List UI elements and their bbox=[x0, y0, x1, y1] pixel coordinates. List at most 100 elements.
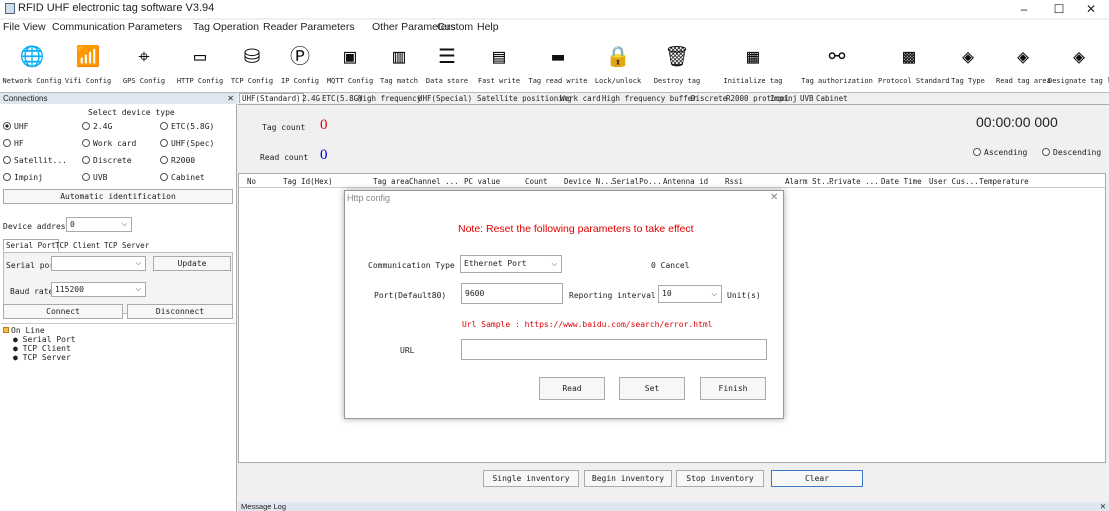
tab-uhf-standard[interactable]: UHF(Standard) bbox=[239, 93, 304, 103]
tree-item-tcp-client[interactable]: ● TCP Client bbox=[13, 344, 71, 353]
toolbar-button-gps[interactable]: ⌖ GPS Config bbox=[119, 36, 169, 93]
radio-uvb[interactable]: UVB bbox=[82, 173, 107, 182]
radio-descending[interactable]: Descending bbox=[1042, 148, 1101, 157]
tree-item-tcp-server[interactable]: ● TCP Server bbox=[13, 353, 71, 362]
toolbar-button-ip[interactable]: Ⓟ IP Config bbox=[274, 36, 326, 93]
toolbar-button-trash[interactable]: 🗑 Destroy tag bbox=[647, 36, 707, 93]
toolbar-button-wifi[interactable]: 📶 Vifi Config bbox=[60, 36, 116, 93]
column-header[interactable]: Rssi bbox=[725, 177, 743, 186]
radio-hf[interactable]: HF bbox=[3, 139, 24, 148]
menu-reader-parameters[interactable]: Reader Parameters bbox=[263, 21, 355, 33]
update-button[interactable]: Update bbox=[153, 256, 231, 271]
column-header[interactable]: Tag Id(Hex) bbox=[283, 177, 333, 186]
toolbar-button-init[interactable]: ▦ Initialize tag bbox=[707, 36, 799, 93]
tab-impinj[interactable]: Impinj bbox=[770, 94, 797, 103]
tab-serial-port[interactable]: Serial Port bbox=[3, 239, 59, 251]
tree-item-serial-port[interactable]: ● Serial Port bbox=[13, 335, 76, 344]
radio-discrete[interactable]: Discrete bbox=[82, 156, 132, 165]
toolbar-button-auth[interactable]: ⚯ Tag authorization bbox=[797, 36, 877, 93]
column-header[interactable]: PC value bbox=[464, 177, 500, 186]
column-header[interactable]: Temperature bbox=[979, 177, 1029, 186]
tab-uhf-special[interactable]: UHF(Special) bbox=[418, 94, 472, 103]
cancel-option[interactable]: 0 Cancel bbox=[651, 261, 690, 270]
minimize-button[interactable]: – bbox=[1009, 0, 1039, 18]
radio-etc[interactable]: ETC(5.8G) bbox=[160, 122, 214, 131]
menu-view[interactable]: View bbox=[23, 21, 46, 33]
column-header[interactable]: No bbox=[247, 177, 256, 186]
radio-work-card[interactable]: Work card bbox=[82, 139, 136, 148]
close-icon[interactable]: ✕ bbox=[1100, 502, 1106, 511]
column-header[interactable]: Device N... bbox=[564, 177, 614, 186]
tab-tcp-client[interactable]: TCP Client bbox=[53, 239, 102, 252]
tab-high-frequency-buffer[interactable]: High frequency buffer bbox=[602, 94, 697, 103]
auto-identification-button[interactable]: Automatic identification bbox=[3, 189, 233, 204]
tab-uvb[interactable]: UVB bbox=[800, 94, 814, 103]
radio-satellite[interactable]: Satellit... bbox=[3, 156, 67, 165]
column-header[interactable]: User Cus... bbox=[929, 177, 979, 186]
toolbar-button-read-area[interactable]: ◈ Read tag area bbox=[996, 36, 1051, 93]
radio-uhf[interactable]: UHF bbox=[3, 122, 28, 131]
column-header[interactable]: Alarm St... bbox=[785, 177, 835, 186]
tab-2-4g[interactable]: 2.4G bbox=[302, 94, 320, 103]
column-header[interactable]: Tag area bbox=[373, 177, 409, 186]
toolbar-button-mqtt[interactable]: ▣ MQTT Config bbox=[325, 36, 375, 93]
baud-rate-select[interactable]: 115200 ⌵ bbox=[51, 282, 146, 297]
toolbar-button-tag-rw[interactable]: ▬ Tag read write bbox=[527, 36, 589, 93]
tab-work-card[interactable]: Work card bbox=[560, 94, 601, 103]
reporting-interval-select[interactable]: 10 ⌵ bbox=[658, 285, 722, 303]
toolbar-button-tag-match[interactable]: ▥ Tag match bbox=[376, 36, 422, 93]
stop-inventory-button[interactable]: Stop inventory bbox=[676, 470, 764, 487]
toolbar-button-protocol[interactable]: ▩ Protocol Standard bbox=[878, 36, 950, 93]
menu-tag-operation[interactable]: Tag Operation bbox=[193, 21, 259, 33]
tree-root[interactable]: On Line bbox=[11, 326, 45, 335]
radio-ascending[interactable]: Ascending bbox=[973, 148, 1027, 157]
column-header[interactable]: SerialPo... bbox=[612, 177, 662, 186]
set-button[interactable]: Set bbox=[619, 377, 685, 400]
read-button[interactable]: Read bbox=[539, 377, 605, 400]
tab-high-frequency[interactable]: High frequency bbox=[358, 94, 421, 103]
radio-impinj[interactable]: Impinj bbox=[3, 173, 43, 182]
close-icon[interactable]: ✕ bbox=[227, 93, 234, 104]
maximize-button[interactable]: ☐ bbox=[1044, 0, 1074, 18]
url-input[interactable] bbox=[461, 339, 767, 360]
finish-button[interactable]: Finish bbox=[700, 377, 766, 400]
tab-cabinet[interactable]: Cabinet bbox=[816, 94, 848, 103]
device-address-select[interactable]: 0 ⌵ bbox=[66, 217, 132, 232]
toolbar-button-tcp[interactable]: ⛁ TCP Config bbox=[230, 36, 274, 93]
toolbar-button-tag-type[interactable]: ◈ Tag Type bbox=[941, 36, 995, 93]
radio-2-4g[interactable]: 2.4G bbox=[82, 122, 112, 131]
radio-uhf-spec[interactable]: UHF(Spec) bbox=[160, 139, 214, 148]
connect-button[interactable]: Connect bbox=[3, 304, 123, 319]
begin-inventory-button[interactable]: Begin inventory bbox=[584, 470, 672, 487]
single-inventory-button[interactable]: Single inventory bbox=[483, 470, 579, 487]
column-header[interactable]: Date Time bbox=[881, 177, 922, 186]
disconnect-button[interactable]: Disconnect bbox=[127, 304, 233, 319]
toolbar-button-fast-write[interactable]: ▤ Fast write bbox=[471, 36, 527, 93]
serial-port-select[interactable]: ⌵ bbox=[51, 256, 146, 271]
toolbar-button-globe[interactable]: 🌐 Network Config bbox=[2, 36, 62, 93]
clear-button[interactable]: Clear bbox=[771, 470, 863, 487]
menu-communication-parameters[interactable]: Communication Parameters bbox=[52, 21, 182, 33]
comm-type-select[interactable]: Ethernet Port ⌵ bbox=[460, 255, 562, 273]
menu-help[interactable]: Help bbox=[477, 21, 499, 33]
radio-r2000[interactable]: R2000 bbox=[160, 156, 195, 165]
close-button[interactable]: ✕ bbox=[1076, 0, 1106, 18]
tab-etc-5-8g[interactable]: ETC(5.8G) bbox=[322, 94, 363, 103]
column-header[interactable]: Count bbox=[525, 177, 548, 186]
menu-custom[interactable]: Custom bbox=[437, 21, 473, 33]
tab-satellite-positioning[interactable]: Satellite positioning bbox=[477, 94, 572, 103]
column-header[interactable]: Channel ... bbox=[409, 177, 459, 186]
port-input[interactable]: 9600 bbox=[461, 283, 563, 304]
tab-discrete[interactable]: Discrete bbox=[691, 94, 727, 103]
toolbar-button-designate[interactable]: ◈ Designate tag l bbox=[1048, 36, 1109, 93]
radio-cabinet[interactable]: Cabinet bbox=[160, 173, 205, 182]
column-header[interactable]: Antenna id bbox=[663, 177, 708, 186]
menu-file[interactable]: File bbox=[3, 21, 20, 33]
dialog-close-icon[interactable]: ✕ bbox=[770, 192, 778, 203]
tab-tcp-server[interactable]: TCP Server bbox=[102, 239, 151, 252]
read-count-label: Read count bbox=[260, 153, 309, 162]
column-header[interactable]: Private ... bbox=[829, 177, 879, 186]
toolbar-button-lock[interactable]: 🔒 Lock/unlock bbox=[589, 36, 647, 93]
toolbar-button-data-store[interactable]: ☰ Data store bbox=[422, 36, 472, 93]
toolbar-button-http[interactable]: ▭ HTTP Config bbox=[169, 36, 231, 93]
